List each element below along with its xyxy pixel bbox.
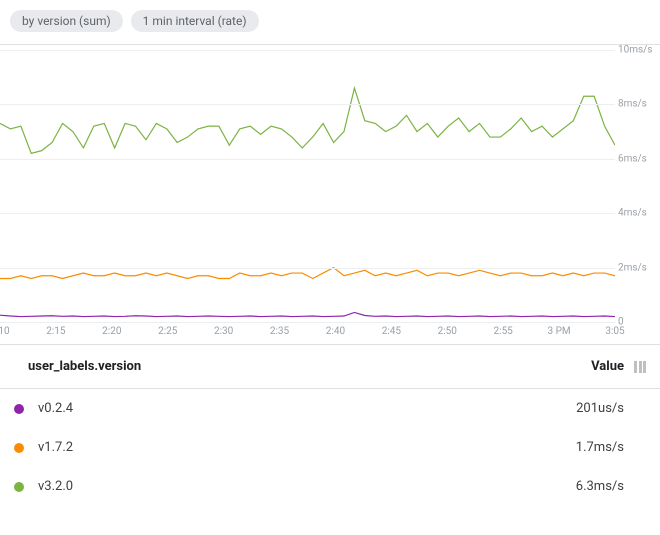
- chip-interval[interactable]: 1 min interval (rate): [131, 10, 259, 32]
- legend-header-value: Value: [591, 359, 624, 374]
- x-tick-label: 2:50: [438, 326, 457, 337]
- x-tick-label: 2:30: [214, 326, 233, 337]
- series-line: [0, 312, 615, 316]
- line-chart[interactable]: 02ms/s4ms/s6ms/s8ms/s10ms/s: [0, 50, 615, 322]
- columns-icon[interactable]: [634, 361, 646, 373]
- legend-series-name: v3.2.0: [38, 479, 576, 494]
- legend-series-name: v0.2.4: [38, 401, 576, 416]
- legend-series-name: v1.7.2: [38, 440, 576, 455]
- gridline: [0, 50, 615, 51]
- y-tick-label: 4ms/s: [618, 208, 658, 219]
- gridline: [0, 268, 615, 269]
- series-line: [0, 268, 615, 279]
- legend-header: user_labels.version Value: [0, 345, 660, 389]
- x-tick-label: 2:10: [0, 326, 10, 337]
- gridline: [0, 159, 615, 160]
- legend-series-value: 201us/s: [576, 401, 624, 416]
- chart-area: 02ms/s4ms/s6ms/s8ms/s10ms/s 2:10 2:15 2:20…: [0, 44, 660, 344]
- series-color-dot: [14, 443, 24, 453]
- x-tick-label: 2:45: [382, 326, 401, 337]
- x-axis: 2:10 2:15 2:20 2:25 2:30 2:35 2:40 2:45 2:50 2:55…: [0, 326, 615, 340]
- x-tick-label: 3:05: [605, 326, 624, 337]
- y-tick-label: 6ms/s: [618, 153, 658, 164]
- chip-by-version[interactable]: by version (sum): [10, 10, 123, 32]
- y-tick-label: 10ms/s: [618, 45, 658, 56]
- legend-row[interactable]: v0.2.4201us/s: [0, 389, 660, 428]
- legend-series-value: 6.3ms/s: [576, 479, 624, 494]
- gridline: [0, 322, 615, 323]
- y-tick-label: 2ms/s: [618, 262, 658, 273]
- legend-table: user_labels.version Value v0.2.4201us/sv…: [0, 344, 660, 506]
- gridline: [0, 213, 615, 214]
- x-tick-label: 2:40: [326, 326, 345, 337]
- x-tick-label: 2:55: [494, 326, 513, 337]
- legend-series-value: 1.7ms/s: [576, 440, 624, 455]
- y-tick-label: 8ms/s: [618, 99, 658, 110]
- x-tick-label: 2:25: [158, 326, 177, 337]
- series-line: [0, 88, 615, 153]
- chart-svg: [0, 50, 615, 322]
- x-tick-label: 3 PM: [548, 326, 571, 337]
- legend-header-title: user_labels.version: [28, 359, 591, 374]
- legend-row[interactable]: v1.7.21.7ms/s: [0, 428, 660, 467]
- series-color-dot: [14, 404, 24, 414]
- legend-row[interactable]: v3.2.06.3ms/s: [0, 467, 660, 506]
- chip-row: by version (sum) 1 min interval (rate): [0, 0, 660, 44]
- series-color-dot: [14, 482, 24, 492]
- gridline: [0, 104, 615, 105]
- x-tick-label: 2:15: [46, 326, 65, 337]
- x-tick-label: 2:20: [102, 326, 121, 337]
- x-tick-label: 2:35: [270, 326, 289, 337]
